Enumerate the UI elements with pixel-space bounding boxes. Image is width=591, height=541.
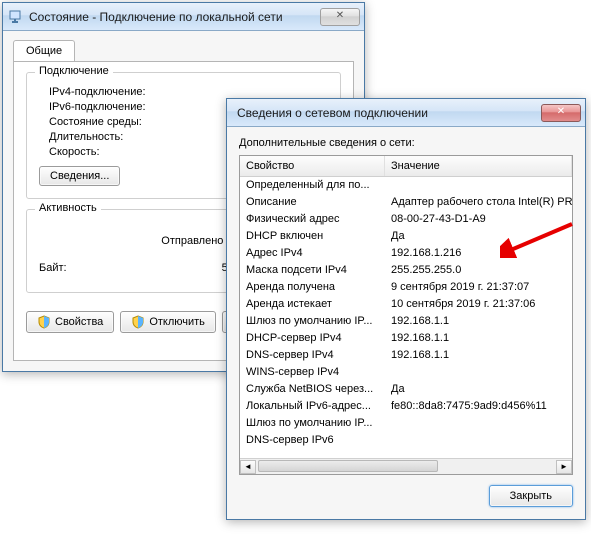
details-row[interactable]: WINS-сервер IPv4 [240, 364, 572, 381]
detail-property: Описание [240, 194, 385, 211]
details-row[interactable]: Физический адрес08-00-27-43-D1-A9 [240, 211, 572, 228]
sent-label: Отправлено [161, 235, 223, 247]
details-row[interactable]: Маска подсети IPv4255.255.255.0 [240, 262, 572, 279]
details-footer: Закрыть [239, 485, 573, 507]
details-list: Свойство Значение Определенный для по...… [239, 155, 573, 475]
media-label: Состояние среды: [49, 116, 142, 128]
details-row[interactable]: Определенный для по... [240, 177, 572, 194]
detail-value: 10 сентября 2019 г. 21:37:06 [385, 296, 572, 313]
status-title: Состояние - Подключение по локальной сет… [29, 10, 320, 24]
scroll-left-icon[interactable]: ◄ [240, 460, 256, 474]
details-row[interactable]: Шлюз по умолчанию IP...192.168.1.1 [240, 313, 572, 330]
row-ipv4: IРv4-подключение: [39, 86, 328, 98]
detail-property: Аренда истекает [240, 296, 385, 313]
details-row[interactable]: Аренда истекает10 сентября 2019 г. 21:37… [240, 296, 572, 313]
col-value[interactable]: Значение [385, 156, 572, 176]
detail-value: 192.168.1.216 [385, 245, 572, 262]
status-titlebar[interactable]: Состояние - Подключение по локальной сет… [3, 3, 364, 31]
details-row[interactable]: Адрес IPv4192.168.1.216 [240, 245, 572, 262]
detail-value: 255.255.255.0 [385, 262, 572, 279]
col-property[interactable]: Свойство [240, 156, 385, 176]
duration-label: Длительность: [49, 131, 123, 143]
detail-property: Локальный IPv6-адрес... [240, 398, 385, 415]
details-row[interactable]: DHCP включенДа [240, 228, 572, 245]
detail-property: Шлюз по умолчанию IP... [240, 415, 385, 432]
detail-value: Да [385, 228, 572, 245]
detail-value: 192.168.1.1 [385, 330, 572, 347]
detail-property: DHCP-сервер IPv4 [240, 330, 385, 347]
details-row[interactable]: DHCP-сервер IPv4192.168.1.1 [240, 330, 572, 347]
details-row[interactable]: ОписаниеАдаптер рабочего стола Intel(R) … [240, 194, 572, 211]
detail-value [385, 364, 572, 381]
tabs: Общие [13, 40, 354, 62]
detail-property: Физический адрес [240, 211, 385, 228]
properties-button[interactable]: Свойства [26, 311, 114, 333]
detail-value [385, 177, 572, 194]
details-button[interactable]: Сведения... [39, 166, 120, 186]
details-row[interactable]: Шлюз по умолчанию IP... [240, 415, 572, 432]
detail-property: DNS-сервер IPv4 [240, 347, 385, 364]
close-details-button[interactable]: Закрыть [489, 485, 573, 507]
ipv4-label: IРv4-подключение: [49, 86, 146, 98]
detail-property: Служба NetBIOS через... [240, 381, 385, 398]
scroll-track[interactable] [256, 460, 556, 474]
detail-property: DHCP включен [240, 228, 385, 245]
detail-property: DNS-сервер IPv6 [240, 432, 385, 449]
detail-value: 9 сентября 2019 г. 21:37:07 [385, 279, 572, 296]
detail-value: Да [385, 381, 572, 398]
scroll-right-icon[interactable]: ► [556, 460, 572, 474]
details-client: Дополнительные сведения о сети: Свойство… [227, 127, 585, 519]
details-row[interactable]: Локальный IPv6-адрес...fe80::8da8:7475:9… [240, 398, 572, 415]
group-activity-legend: Активность [35, 202, 101, 214]
detail-value [385, 432, 572, 449]
detail-value: 192.168.1.1 [385, 347, 572, 364]
details-row[interactable]: DNS-сервер IPv4192.168.1.1 [240, 347, 572, 364]
details-row[interactable]: Аренда получена9 сентября 2019 г. 21:37:… [240, 279, 572, 296]
detail-value [385, 415, 572, 432]
detail-property: WINS-сервер IPv4 [240, 364, 385, 381]
group-connection-legend: Подключение [35, 65, 113, 77]
details-titlebar[interactable]: Сведения о сетевом подключении ✕ [227, 99, 585, 127]
details-row[interactable]: Служба NetBIOS через...Да [240, 381, 572, 398]
close-button[interactable]: ✕ [320, 8, 360, 26]
speed-label: Скорость: [49, 146, 100, 158]
details-row[interactable]: DNS-сервер IPv6 [240, 432, 572, 449]
scroll-thumb[interactable] [258, 460, 438, 472]
details-window: Сведения о сетевом подключении ✕ Дополни… [226, 98, 586, 520]
disable-button[interactable]: Отключить [120, 311, 216, 333]
detail-property: Определенный для по... [240, 177, 385, 194]
details-rows: Определенный для по...ОписаниеАдаптер ра… [240, 177, 572, 449]
tab-general[interactable]: Общие [13, 40, 75, 61]
detail-value: fe80::8da8:7475:9ad9:d456%11 [385, 398, 572, 415]
shield-icon [131, 315, 145, 329]
network-icon [7, 9, 23, 25]
properties-label: Свойства [55, 316, 103, 328]
bytes-label: Байт: [39, 262, 99, 274]
detail-property: Шлюз по умолчанию IP... [240, 313, 385, 330]
detail-value: 08-00-27-43-D1-A9 [385, 211, 572, 228]
scrollbar-horizontal[interactable]: ◄ ► [240, 458, 572, 474]
detail-value: 192.168.1.1 [385, 313, 572, 330]
disable-label: Отключить [149, 316, 205, 328]
detail-value: Адаптер рабочего стола Intel(R) PRO/1 [385, 194, 572, 211]
ipv6-label: IРv6-подключение: [49, 101, 146, 113]
detail-property: Аренда получена [240, 279, 385, 296]
details-title: Сведения о сетевом подключении [231, 106, 541, 120]
detail-property: Маска подсети IPv4 [240, 262, 385, 279]
detail-property: Адрес IPv4 [240, 245, 385, 262]
details-header[interactable]: Свойство Значение [240, 156, 572, 177]
close-button[interactable]: ✕ [541, 104, 581, 122]
details-heading: Дополнительные сведения о сети: [239, 137, 573, 149]
shield-icon [37, 315, 51, 329]
